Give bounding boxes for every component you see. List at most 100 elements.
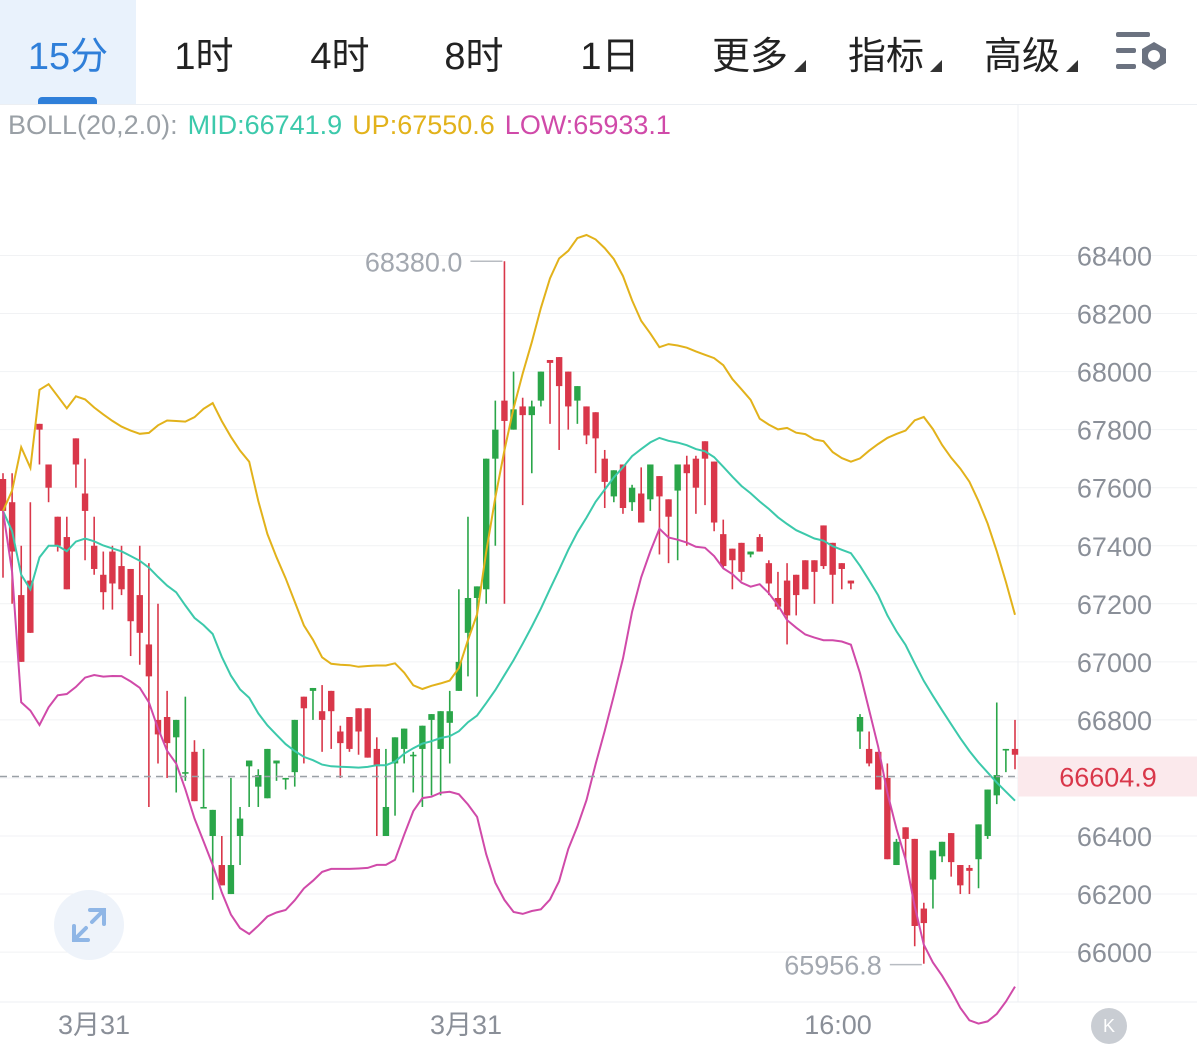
y-tick-label: 68200 bbox=[1077, 300, 1152, 330]
candle-body bbox=[628, 487, 636, 503]
candle-body bbox=[947, 833, 955, 863]
x-tick-label: 3月31 bbox=[430, 1010, 502, 1040]
candle-body bbox=[410, 754, 417, 757]
timeframe-tabs: 15分 1时 4时 8时 1日 更多 指标 高级 bbox=[0, 0, 1197, 105]
candle-body bbox=[81, 493, 89, 511]
candlestick-chart[interactable]: 6600066200664006660066800670006720067400… bbox=[0, 105, 1197, 1050]
candle-body bbox=[127, 568, 134, 622]
candle-body bbox=[966, 867, 973, 871]
candle-body bbox=[984, 789, 991, 836]
candle-body bbox=[437, 711, 444, 749]
candle-body bbox=[720, 534, 727, 567]
candle-body bbox=[346, 716, 353, 749]
boll-mid-line bbox=[2, 436, 1016, 802]
candle-body bbox=[337, 731, 344, 744]
y-tick-label: 68400 bbox=[1077, 242, 1152, 272]
tab-indicators[interactable]: 指标 bbox=[836, 0, 936, 104]
candle-body bbox=[209, 809, 216, 836]
candle-body bbox=[446, 711, 453, 723]
k-line-button[interactable]: K bbox=[1091, 1008, 1127, 1044]
candle-body bbox=[765, 563, 773, 584]
tab-15m[interactable]: 15分 bbox=[0, 0, 136, 104]
candle-body bbox=[902, 827, 909, 839]
candle-body bbox=[464, 597, 472, 633]
candle-body bbox=[938, 841, 946, 857]
candle-body bbox=[173, 719, 180, 738]
candle-body bbox=[920, 908, 928, 924]
indicators-dropdown-icon bbox=[930, 60, 942, 72]
candle-body bbox=[802, 560, 809, 590]
candle-body bbox=[400, 728, 408, 749]
candle-body bbox=[300, 696, 308, 709]
candle-body bbox=[756, 537, 763, 552]
expand-arrows-icon bbox=[72, 908, 106, 942]
candle-body bbox=[364, 708, 371, 758]
candle-body bbox=[264, 748, 271, 799]
candle-body bbox=[929, 850, 937, 880]
boll-up-line bbox=[2, 233, 1016, 691]
candle-body bbox=[537, 371, 545, 401]
candle-body bbox=[200, 806, 207, 809]
more-dropdown-icon bbox=[794, 60, 806, 72]
candle-body bbox=[692, 458, 700, 488]
tab-1d[interactable]: 1日 bbox=[554, 0, 666, 104]
y-tick-label: 67000 bbox=[1077, 648, 1152, 678]
candle-body bbox=[865, 748, 873, 764]
candle-body bbox=[565, 371, 572, 407]
candle-body bbox=[546, 359, 554, 363]
candle-body bbox=[1002, 748, 1010, 751]
candle-body bbox=[957, 865, 964, 886]
candle-body bbox=[373, 748, 381, 767]
candle-body bbox=[109, 551, 116, 584]
tab-more[interactable]: 更多 bbox=[700, 0, 800, 104]
candle-body bbox=[428, 714, 435, 720]
candle-body bbox=[318, 711, 326, 720]
candle-body bbox=[118, 566, 125, 590]
tab-1h[interactable]: 1时 bbox=[148, 0, 260, 104]
low-marker-label: 65956.8 bbox=[784, 951, 882, 981]
candle-body bbox=[555, 357, 563, 387]
candle-body bbox=[656, 476, 663, 497]
current-price-label: 66604.9 bbox=[1059, 763, 1157, 793]
advanced-dropdown-icon bbox=[1066, 60, 1078, 72]
candle-body bbox=[54, 516, 61, 546]
candle-body bbox=[838, 563, 845, 569]
candle-body bbox=[100, 574, 107, 593]
tab-8h[interactable]: 8时 bbox=[418, 0, 530, 104]
candle-body bbox=[492, 429, 499, 459]
y-tick-label: 66200 bbox=[1077, 880, 1152, 910]
candle-body bbox=[528, 406, 535, 416]
y-tick-label: 66000 bbox=[1077, 938, 1152, 968]
candle-body bbox=[282, 777, 289, 780]
candle-body bbox=[291, 719, 298, 773]
candle-body bbox=[975, 824, 982, 860]
candle-body bbox=[519, 406, 526, 416]
candle-body bbox=[382, 806, 390, 836]
candle-body bbox=[747, 551, 754, 555]
expand-chart-button[interactable] bbox=[54, 890, 124, 960]
candle-body bbox=[674, 464, 681, 491]
candle-body bbox=[236, 818, 244, 836]
candle-body bbox=[738, 542, 745, 572]
candle-body bbox=[811, 560, 818, 572]
candle-body bbox=[182, 772, 189, 774]
candle-body bbox=[136, 595, 143, 633]
tab-advanced[interactable]: 高级 bbox=[972, 0, 1072, 104]
candle-body bbox=[72, 438, 80, 465]
candle-body bbox=[227, 865, 235, 895]
candle-body bbox=[63, 537, 71, 590]
y-tick-label: 67600 bbox=[1077, 474, 1152, 504]
k-icon: K bbox=[1102, 1015, 1115, 1036]
candle-body bbox=[820, 525, 827, 567]
candle-body bbox=[163, 716, 171, 744]
candle-body bbox=[328, 690, 335, 712]
y-tick-label: 66800 bbox=[1077, 706, 1152, 736]
tab-4h[interactable]: 4时 bbox=[284, 0, 396, 104]
candle-body bbox=[309, 687, 317, 691]
boll-low-line bbox=[2, 510, 1016, 1025]
candle-body bbox=[18, 595, 25, 662]
y-tick-label: 67200 bbox=[1077, 590, 1152, 620]
candle-body bbox=[592, 412, 599, 439]
settings-gear-icon[interactable] bbox=[1114, 28, 1172, 76]
x-tick-label: 3月31 bbox=[58, 1010, 130, 1040]
